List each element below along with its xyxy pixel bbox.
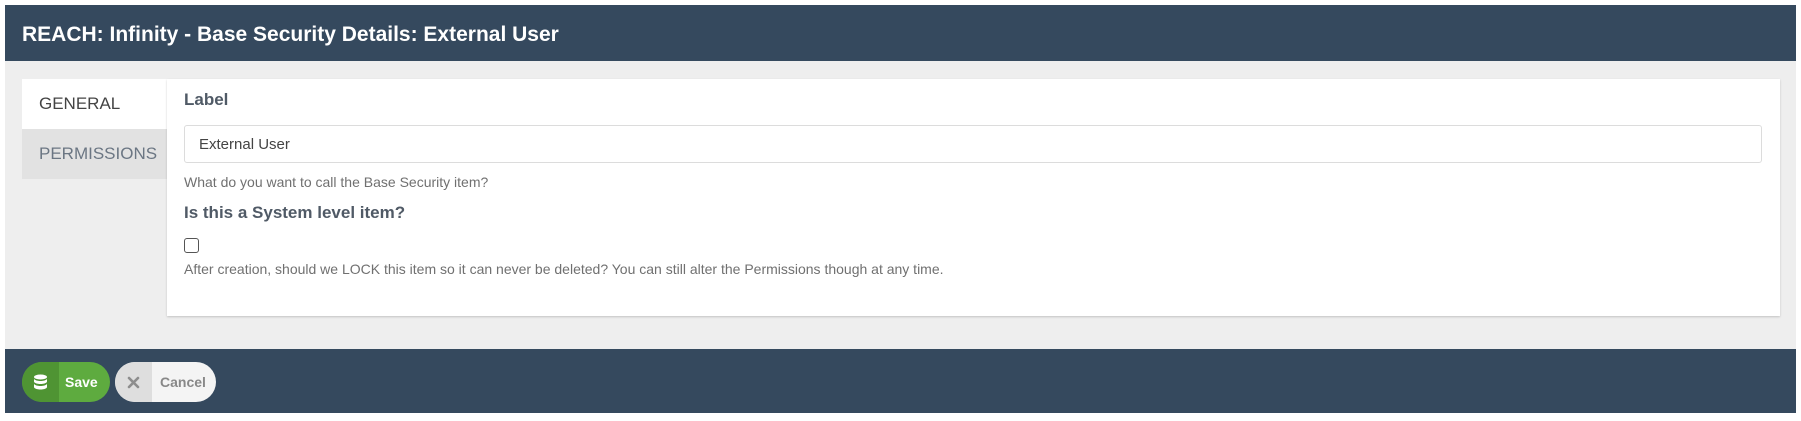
database-icon bbox=[22, 362, 59, 402]
save-button-label: Save bbox=[65, 374, 98, 390]
close-icon bbox=[115, 362, 152, 402]
label-field-title: Label bbox=[184, 90, 229, 109]
tab-permissions[interactable]: PERMISSIONS bbox=[22, 129, 167, 179]
save-button[interactable]: Save bbox=[22, 362, 110, 402]
cancel-button-label: Cancel bbox=[160, 374, 206, 390]
system-level-checkbox[interactable] bbox=[184, 238, 199, 253]
action-bar: Save Cancel bbox=[5, 349, 1796, 413]
title-bar: REACH: Infinity - Base Security Details:… bbox=[5, 5, 1796, 61]
cancel-button[interactable]: Cancel bbox=[115, 362, 216, 402]
page-title: REACH: Infinity - Base Security Details:… bbox=[22, 23, 559, 46]
tab-list: GENERAL PERMISSIONS bbox=[22, 79, 167, 179]
label-input[interactable] bbox=[184, 125, 1762, 163]
app-frame: REACH: Infinity - Base Security Details:… bbox=[5, 5, 1796, 413]
general-panel: Label What do you want to call the Base … bbox=[167, 79, 1780, 316]
system-level-help-text: After creation, should we LOCK this item… bbox=[184, 261, 944, 277]
label-help-text: What do you want to call the Base Securi… bbox=[184, 174, 489, 190]
main-content: GENERAL PERMISSIONS Label What do you wa… bbox=[22, 79, 1780, 321]
system-level-title: Is this a System level item? bbox=[184, 203, 406, 222]
tab-general[interactable]: GENERAL bbox=[22, 79, 167, 129]
